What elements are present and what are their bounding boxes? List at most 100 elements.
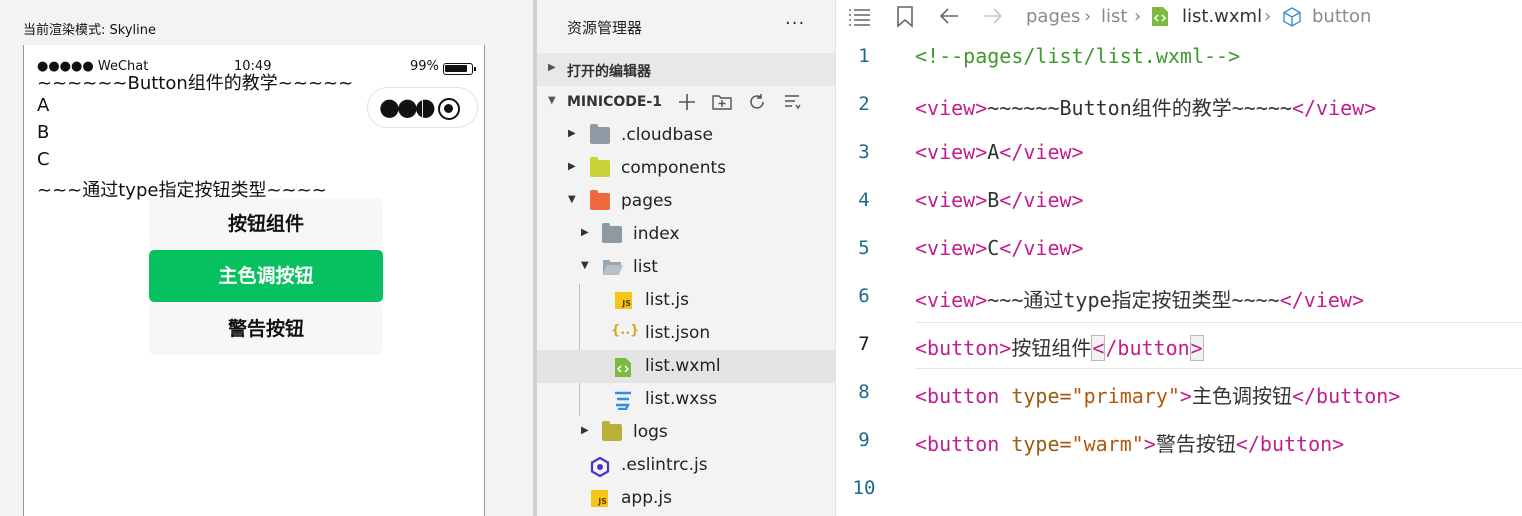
new-folder-icon[interactable]: [712, 92, 732, 112]
tree-item-list-js[interactable]: JS list.js: [537, 284, 835, 317]
code-string: "primary": [1071, 384, 1180, 408]
code-line-9[interactable]: <button type="warm">警告按钮</button>: [915, 428, 1344, 457]
code-tag: </view>: [1291, 96, 1377, 120]
tree-item-list[interactable]: ▼ list: [537, 251, 835, 284]
project-actions: [677, 92, 812, 112]
line-number: 9: [858, 429, 870, 451]
chevron-right-icon: ▶: [568, 161, 576, 172]
line-number: 2: [858, 93, 870, 115]
collapse-all-icon[interactable]: [782, 92, 802, 112]
code-tag: </button>: [1291, 384, 1401, 408]
code-text: 按钮组件: [1011, 336, 1092, 360]
new-file-icon[interactable]: [677, 92, 697, 112]
project-label: MINICODE-1: [567, 94, 662, 110]
code-tag: /button: [1105, 336, 1190, 360]
code-tag: <view>: [915, 288, 988, 312]
code-line-4[interactable]: <view>B</view>: [915, 188, 1084, 212]
page-text-b: B: [37, 122, 50, 143]
pages-folder-icon: [590, 190, 610, 210]
code-tag: <button: [915, 384, 1000, 408]
js-file-icon: JS: [615, 292, 632, 309]
chevron-down-icon: ▼: [548, 95, 556, 106]
tree-item-list-wxml[interactable]: list.wxml: [537, 350, 835, 383]
code-tag: <view>: [915, 96, 988, 120]
line-number: 1: [858, 45, 870, 67]
code-attr: type=: [999, 432, 1072, 456]
line-number: 4: [858, 189, 870, 211]
back-arrow-icon[interactable]: [938, 6, 960, 31]
tree-item-label: list.wxml: [645, 356, 721, 376]
forward-arrow-icon[interactable]: [982, 6, 1004, 31]
tree-item-label: list: [633, 257, 658, 277]
tree-item-logs[interactable]: ▶ logs: [537, 416, 835, 449]
tree-item-label: .cloudbase: [621, 125, 713, 145]
line-number: 8: [858, 381, 870, 403]
folder-icon: [602, 223, 622, 243]
outline-list-icon[interactable]: [848, 7, 872, 32]
line-number: 6: [858, 285, 870, 307]
breadcrumb-pages[interactable]: pages: [1026, 6, 1080, 27]
default-button[interactable]: 按钮组件: [149, 198, 383, 250]
phone-screen[interactable]: ●●●●● WeChat 10:49 99% ●●● ~~~~~~Button组…: [23, 45, 485, 516]
wxml-file-icon: [615, 358, 635, 377]
breadcrumb-symbol[interactable]: button: [1312, 6, 1371, 27]
code-line-5[interactable]: <view>C</view>: [915, 236, 1084, 260]
tree-item-cloudbase[interactable]: ▶ .cloudbase: [537, 119, 835, 152]
battery-icon: [443, 63, 476, 75]
line-number: 10: [852, 477, 876, 499]
chevron-down-icon: ▼: [568, 194, 576, 205]
page-text-title: ~~~~~~Button组件的教学~~~~~: [37, 73, 354, 94]
explorer-panel: 资源管理器 ··· ▶ 打开的编辑器 ▼ MINICODE-1 ▶ .cloud…: [537, 0, 835, 516]
more-icon[interactable]: ●●●: [379, 93, 436, 121]
json-file-icon: {..}: [611, 323, 640, 338]
page-text-a: A: [37, 95, 50, 116]
battery-percent: 99%: [410, 59, 439, 74]
line-number-active: 7: [858, 333, 870, 355]
explorer-more-icon[interactable]: ···: [785, 13, 805, 34]
bracket-match: <: [1091, 335, 1106, 361]
tree-item-components[interactable]: ▶ components: [537, 152, 835, 185]
code-text: C: [987, 236, 1000, 260]
tree-item-label: .eslintrc.js: [621, 455, 708, 475]
wxss-file-icon: [613, 391, 633, 411]
project-section[interactable]: ▼ MINICODE-1: [537, 86, 835, 119]
tree-item-pages[interactable]: ▼ pages: [537, 185, 835, 218]
code-line-7[interactable]: <button>按钮组件</button>: [915, 332, 1204, 361]
code-line-2[interactable]: <view>~~~~~~Button组件的教学~~~~~</view>: [915, 92, 1376, 121]
close-miniprogram-icon[interactable]: [438, 98, 460, 120]
page-text-c: C: [37, 149, 50, 170]
code-tag: >: [1143, 432, 1156, 456]
code-text: B: [987, 188, 1000, 212]
code-tag: <view>: [915, 236, 988, 260]
line-number: 3: [858, 141, 870, 163]
bookmark-icon[interactable]: [896, 6, 914, 33]
code-line-6[interactable]: <view>~~~通过type指定按钮类型~~~~</view>: [915, 284, 1364, 313]
open-editors-section[interactable]: ▶ 打开的编辑器: [537, 53, 835, 86]
simulator-panel: 当前渲染模式: Skyline ●●●●● WeChat 10:49 99% ●…: [0, 0, 533, 516]
code-line-8[interactable]: <button type="primary">主色调按钮</button>: [915, 380, 1400, 409]
code-line-3[interactable]: <view>A</view>: [915, 140, 1084, 164]
tree-item-app-js[interactable]: JS app.js: [537, 482, 835, 515]
eslint-file-icon: [590, 456, 610, 478]
tree-item-eslintrc[interactable]: .eslintrc.js: [537, 449, 835, 482]
code-attr: type=: [999, 384, 1072, 408]
tree-item-list-json[interactable]: {..} list.json: [537, 317, 835, 350]
tree-item-index[interactable]: ▶ index: [537, 218, 835, 251]
chevron-right-icon: ▶: [548, 62, 556, 73]
breadcrumb-file[interactable]: list.wxml: [1182, 6, 1262, 27]
breadcrumb-list[interactable]: list: [1101, 6, 1127, 27]
breadcrumb-separator: ›: [1134, 6, 1142, 27]
wxml-file-icon: [1152, 7, 1168, 31]
tree-item-label: app.js: [621, 488, 672, 508]
warn-button[interactable]: 警告按钮: [149, 303, 383, 355]
code-tag: </view>: [999, 140, 1084, 164]
code-tag: <button: [915, 432, 1000, 456]
primary-button[interactable]: 主色调按钮: [149, 250, 383, 302]
code-line-1[interactable]: <!--pages/list/list.wxml-->: [915, 44, 1240, 68]
code-tag: >: [1179, 384, 1192, 408]
tree-item-label: pages: [621, 191, 673, 211]
chevron-down-icon: ▼: [581, 260, 589, 271]
tree-item-list-wxss[interactable]: list.wxss: [537, 383, 835, 416]
breadcrumb-separator: ›: [1264, 6, 1272, 27]
refresh-icon[interactable]: [747, 92, 767, 112]
